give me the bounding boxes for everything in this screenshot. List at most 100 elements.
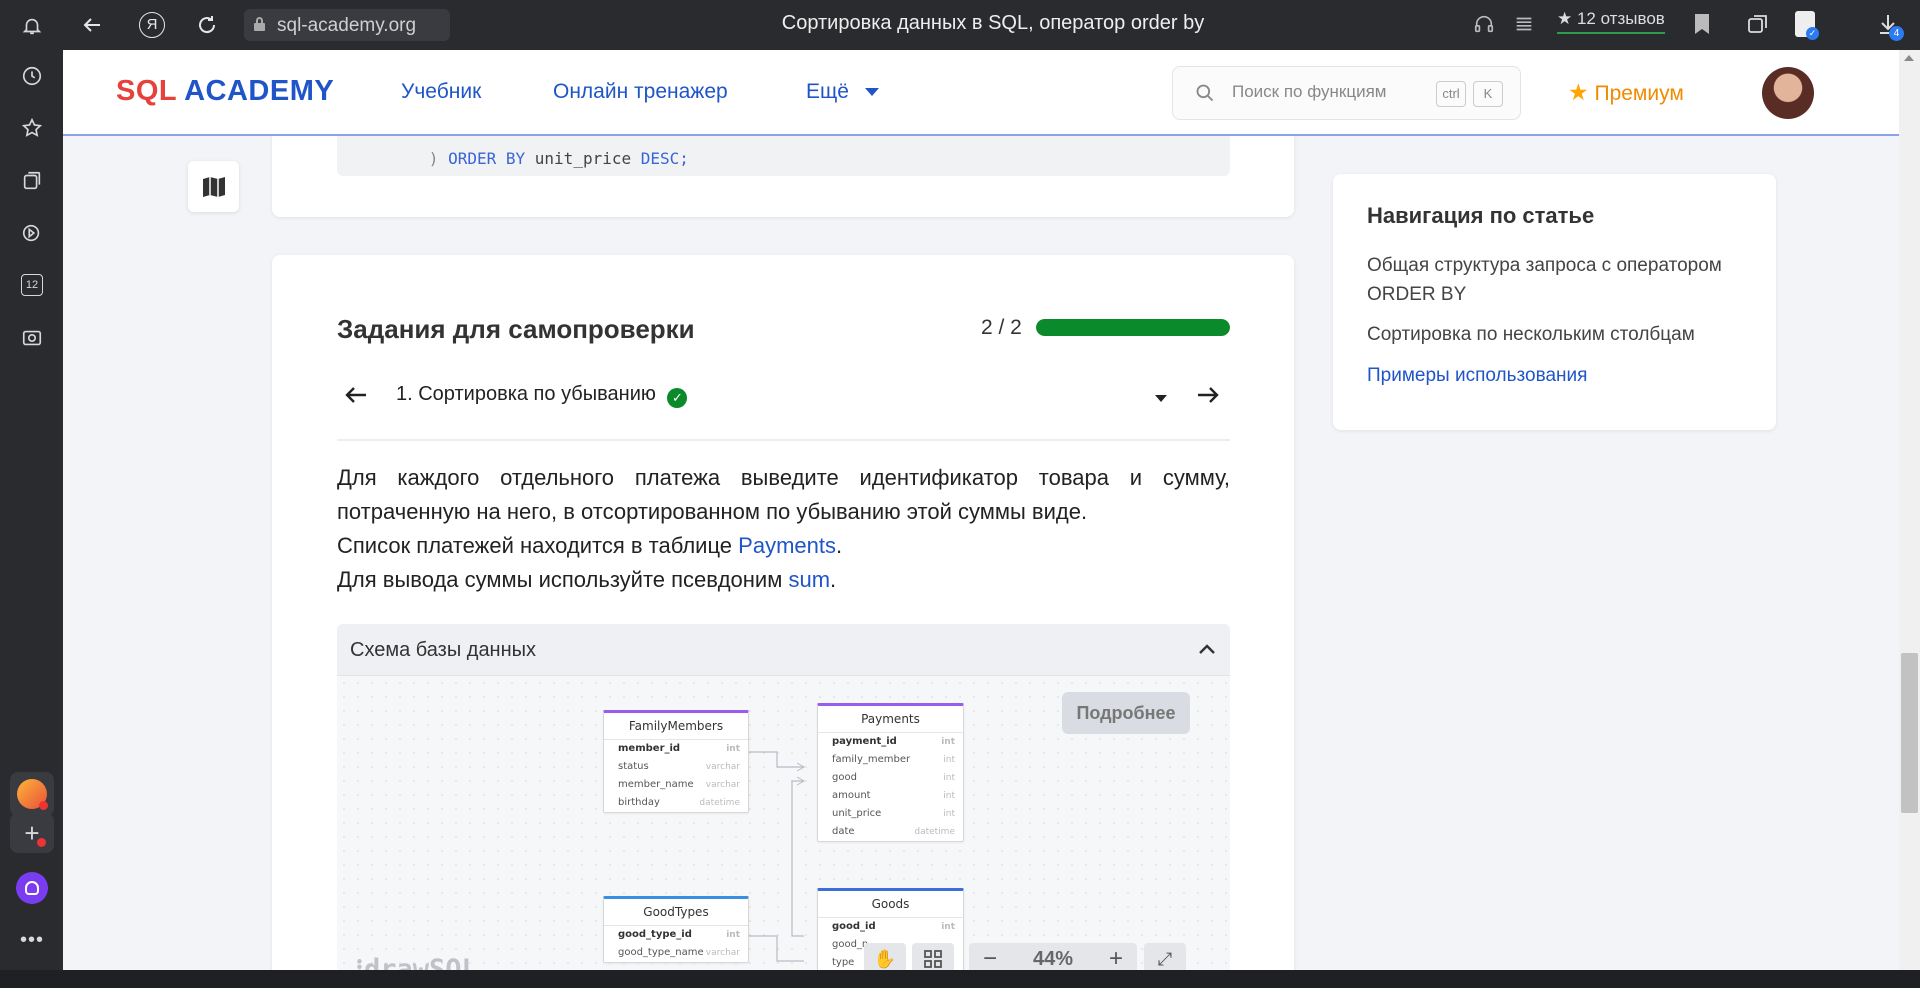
article-nav-item-active[interactable]: Примеры использования <box>1367 361 1747 390</box>
scrollbar-thumb[interactable] <box>1901 653 1918 813</box>
page-scrollbar[interactable] <box>1899 50 1920 970</box>
site-header: SQL ACADEMY Учебник Онлайн тренажер Ещё … <box>63 50 1899 136</box>
code-ident: unit_price <box>534 149 632 168</box>
back-icon[interactable] <box>80 13 104 42</box>
check-icon: ✓ <box>667 388 688 408</box>
zoom-out-icon[interactable]: − <box>983 945 997 973</box>
code-paren: ) <box>428 149 439 168</box>
search-box[interactable]: Поиск по функциям ctrl K <box>1172 66 1521 120</box>
sum-alias-link[interactable]: sum <box>788 567 830 592</box>
download-icon[interactable]: 4 <box>1877 12 1904 41</box>
tasks-card: Задания для самопроверки 2 / 2 1. Сортир… <box>272 255 1294 988</box>
task-text: . <box>835 533 843 558</box>
task-paragraph: Для каждого отдельного платежа выведите … <box>337 465 1230 524</box>
premium-star-icon: ★ <box>1568 79 1589 105</box>
history-icon[interactable] <box>14 58 50 94</box>
premium-label: Премиум <box>1594 82 1684 105</box>
article-nav-item[interactable]: Общая структура запроса с оператором ORD… <box>1367 251 1747 309</box>
alice-icon[interactable] <box>14 870 50 906</box>
search-icon <box>1195 83 1215 108</box>
browser-sidebar: 12 + ••• <box>0 0 63 970</box>
current-task-label: 1. Сортировка по убыванию <box>396 383 656 405</box>
payments-link[interactable]: Payments <box>738 533 836 558</box>
schema-panel: Схема базы данных FamilyMembers member_i… <box>337 624 1230 988</box>
column-name: good_id <box>832 921 876 932</box>
task-text: Список платежей находится в таблице <box>337 533 739 558</box>
code-direction: DESC; <box>640 149 689 168</box>
column-type: datetime <box>699 798 740 808</box>
bell-icon[interactable] <box>14 8 50 44</box>
star-icon[interactable] <box>14 110 50 146</box>
prev-task-arrow-icon[interactable] <box>345 386 367 409</box>
task-text: . <box>830 567 837 592</box>
task-text: Для вывода суммы используйте псевдоним <box>337 567 789 592</box>
chevron-down-icon <box>864 88 879 97</box>
address-bar[interactable]: sql-academy.org <box>244 9 450 41</box>
column-name: type <box>832 957 855 968</box>
table-row: family_member int <box>818 751 963 769</box>
table-row: good_type_id int <box>604 926 748 944</box>
reviews-label: 12 отзывов <box>1576 9 1665 28</box>
table-name: Payments <box>818 706 963 733</box>
tabs-icon[interactable] <box>1746 12 1770 41</box>
reviews-button[interactable]: ★ 12 отзывов <box>1557 9 1665 34</box>
headphones-icon[interactable] <box>1473 13 1495 40</box>
url-text: sql-academy.org <box>277 15 417 36</box>
column-type: int <box>941 737 955 747</box>
column-name: birthday <box>618 797 660 808</box>
task-paragraph: Для вывода суммы используйте псевдоним s… <box>337 563 1230 597</box>
column-name: good_type_name <box>618 947 704 958</box>
table-row: unit_price int <box>818 805 963 823</box>
nav-more[interactable]: Ещё <box>806 80 879 104</box>
column-type: int <box>943 809 955 819</box>
details-button[interactable]: Подробнее <box>1062 692 1190 734</box>
table-row: good int <box>818 769 963 787</box>
mail-app-icon[interactable] <box>10 772 54 816</box>
current-task[interactable]: 1. Сортировка по убыванию ✓ <box>396 383 688 408</box>
tasks-progress-bar <box>1036 319 1230 336</box>
table-payments[interactable]: Payments payment_id int family_member int … <box>817 703 964 842</box>
table-row: member_id int <box>604 740 748 758</box>
table-row: good_type_name varchar <box>604 944 748 962</box>
column-type: int <box>943 791 955 801</box>
calendar-icon[interactable]: 12 <box>14 267 50 303</box>
add-panel-icon[interactable]: + <box>10 813 54 853</box>
column-name: status <box>618 761 649 772</box>
reader-icon[interactable] <box>1513 13 1535 40</box>
divider <box>337 439 1230 441</box>
column-name: good_n <box>832 939 869 950</box>
column-type: int <box>943 773 955 783</box>
map-button[interactable] <box>188 161 239 212</box>
site-logo[interactable]: SQL ACADEMY <box>116 75 334 108</box>
video-icon[interactable] <box>14 215 50 251</box>
screenshot-icon[interactable] <box>14 320 50 356</box>
next-task-arrow-icon[interactable] <box>1197 386 1219 409</box>
table-row: good_id int <box>818 918 963 936</box>
lock-icon <box>254 17 265 31</box>
collections-icon[interactable] <box>14 163 50 199</box>
table-good-types[interactable]: GoodTypes good_type_id int good_type_name… <box>603 896 749 963</box>
column-name: unit_price <box>832 808 882 819</box>
article-nav-item[interactable]: Сортировка по нескольким столбцам <box>1367 320 1767 349</box>
avatar[interactable] <box>1762 67 1814 119</box>
extension-icon[interactable]: ✓ <box>1795 11 1819 40</box>
table-name: GoodTypes <box>604 899 748 926</box>
reload-icon[interactable] <box>195 13 219 42</box>
table-row: status varchar <box>604 758 748 776</box>
zoom-in-icon[interactable]: + <box>1109 945 1123 973</box>
premium-link[interactable]: ★ Премиум <box>1568 79 1684 106</box>
task-dropdown-icon[interactable] <box>1155 395 1167 402</box>
bookmark-icon[interactable] <box>1693 12 1711 41</box>
column-type: varchar <box>705 780 740 790</box>
column-name: family_member <box>832 754 911 765</box>
task-paragraph: Список платежей находится в таблице Paym… <box>337 529 1230 563</box>
scroll-up-icon[interactable] <box>1904 55 1914 61</box>
yandex-icon[interactable]: Я <box>139 12 165 38</box>
more-icon[interactable]: ••• <box>14 922 50 958</box>
column-name: good <box>832 772 857 783</box>
kbd-k: K <box>1473 81 1503 107</box>
nav-tutorial[interactable]: Учебник <box>401 80 481 104</box>
table-family-members[interactable]: FamilyMembers member_id int status varchar… <box>603 710 749 813</box>
nav-trainer[interactable]: Онлайн тренажер <box>553 80 728 104</box>
table-row: amount int <box>818 787 963 805</box>
